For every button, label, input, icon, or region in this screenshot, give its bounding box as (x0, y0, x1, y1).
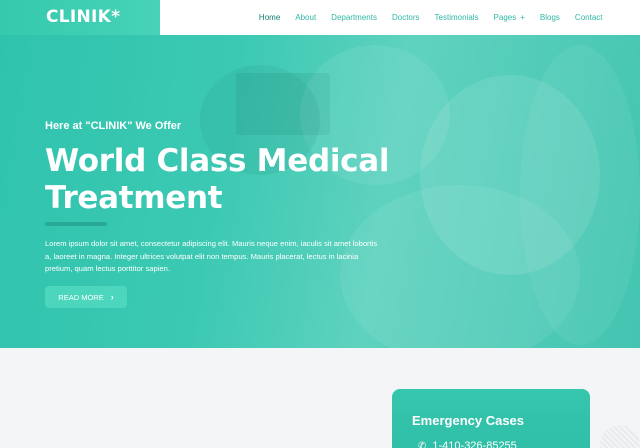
hero-subtitle: Here at "CLINIK" We Offer (45, 120, 182, 132)
nav-testimonials[interactable]: Testimonials (427, 13, 486, 22)
title-underline (45, 222, 107, 226)
nav-pages-label: Pages (493, 13, 517, 22)
hero-title-line1: World Class Medical (45, 143, 390, 179)
read-more-button[interactable]: READ MORE › (45, 286, 127, 308)
nav-departments[interactable]: Departments (324, 13, 385, 22)
nav-about[interactable]: About (288, 13, 324, 22)
nav-doctors[interactable]: Doctors (384, 13, 427, 22)
emergency-title: Emergency Cases (412, 413, 525, 428)
logo[interactable]: CLINIK* (46, 7, 120, 27)
hero-title-line2: Treatment (45, 180, 223, 216)
plus-icon: + (520, 13, 525, 22)
hero-paragraph: Lorem ipsum dolor sit amet, consectetur … (45, 239, 378, 273)
phone-icon: ✆ (418, 440, 427, 448)
nav-contact[interactable]: Contact (567, 13, 610, 22)
main-nav: Home About Departments Doctors Testimoni… (240, 0, 610, 35)
hero-section: Here at "CLINIK" We Offer World Class Me… (0, 35, 640, 348)
hero-title: World Class Medical Treatment (45, 143, 389, 217)
read-more-label: READ MORE (58, 292, 104, 302)
nav-blogs[interactable]: Blogs (532, 13, 567, 22)
emergency-card: Emergency Cases ✆ 1-410-326-85255 (392, 389, 590, 448)
emergency-phone-number: 1-410-326-85255 (432, 440, 517, 448)
background-figure (520, 45, 640, 345)
nav-pages[interactable]: Pages + (486, 13, 532, 22)
chevron-right-icon: › (110, 292, 114, 302)
logo-box[interactable]: CLINIK* (0, 0, 160, 35)
site-header: CLINIK* Home About Departments Doctors T… (0, 0, 640, 35)
emergency-phone[interactable]: ✆ 1-410-326-85255 (418, 440, 517, 448)
nav-home[interactable]: Home (251, 13, 287, 22)
